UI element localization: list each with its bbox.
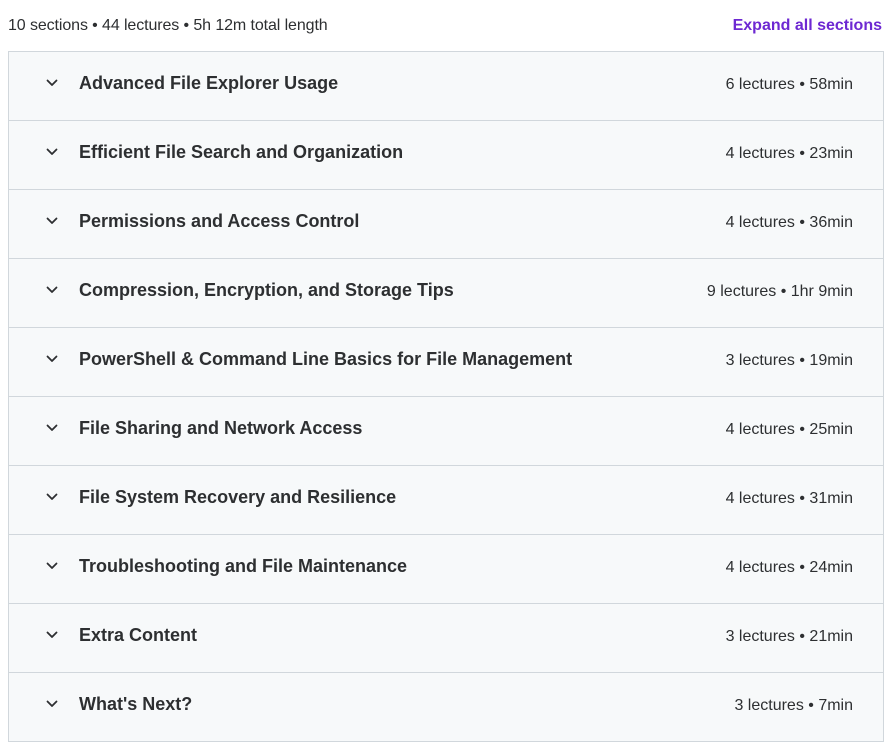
- section-title: Extra Content: [79, 625, 198, 645]
- section-title: Compression, Encryption, and Storage Tip…: [79, 280, 454, 300]
- chevron-down-icon: [45, 283, 59, 297]
- section-header[interactable]: PowerShell & Command Line Basics for Fil…: [9, 328, 883, 397]
- section-meta: 4 lectures • 31min: [725, 490, 853, 507]
- section-title: File Sharing and Network Access: [79, 418, 363, 438]
- curriculum-section-list: Advanced File Explorer Usage 6 lectures …: [8, 51, 884, 742]
- section-meta: 9 lectures • 1hr 9min: [706, 283, 853, 300]
- section-header[interactable]: Extra Content 3 lectures • 21min: [9, 604, 883, 673]
- expand-all-sections-button[interactable]: Expand all sections: [733, 17, 882, 35]
- section-header[interactable]: Compression, Encryption, and Storage Tip…: [9, 259, 883, 328]
- section-header[interactable]: Troubleshooting and File Maintenance 4 l…: [9, 535, 883, 604]
- course-content-header: 10 sections • 44 lectures • 5h 12m total…: [8, 0, 884, 52]
- chevron-down-icon: [45, 628, 59, 642]
- chevron-down-icon: [45, 145, 59, 159]
- chevron-down-icon: [45, 214, 59, 228]
- section-header[interactable]: Advanced File Explorer Usage 6 lectures …: [9, 52, 883, 121]
- chevron-down-icon: [45, 490, 59, 504]
- section-title: Advanced File Explorer Usage: [79, 73, 339, 93]
- section-meta: 4 lectures • 23min: [725, 145, 853, 162]
- section-meta: 4 lectures • 36min: [725, 214, 853, 231]
- chevron-down-icon: [45, 421, 59, 435]
- section-header[interactable]: Efficient File Search and Organization 4…: [9, 121, 883, 190]
- section-title: Efficient File Search and Organization: [79, 142, 404, 162]
- chevron-down-icon: [45, 352, 59, 366]
- chevron-down-icon: [45, 559, 59, 573]
- section-header[interactable]: Permissions and Access Control 4 lecture…: [9, 190, 883, 259]
- section-meta: 6 lectures • 58min: [725, 76, 853, 93]
- section-title: Troubleshooting and File Maintenance: [79, 556, 408, 576]
- course-summary: 10 sections • 44 lectures • 5h 12m total…: [8, 16, 328, 34]
- chevron-down-icon: [45, 697, 59, 711]
- section-title: File System Recovery and Resilience: [79, 487, 397, 507]
- section-title: What's Next?: [79, 694, 193, 714]
- chevron-down-icon: [45, 76, 59, 90]
- section-meta: 3 lectures • 21min: [725, 628, 853, 645]
- section-title: PowerShell & Command Line Basics for Fil…: [79, 349, 573, 369]
- section-title: Permissions and Access Control: [79, 211, 360, 231]
- section-meta: 4 lectures • 24min: [725, 559, 853, 576]
- section-meta: 3 lectures • 7min: [734, 697, 853, 714]
- section-header[interactable]: What's Next? 3 lectures • 7min: [9, 673, 883, 742]
- section-header[interactable]: File Sharing and Network Access 4 lectur…: [9, 397, 883, 466]
- section-header[interactable]: File System Recovery and Resilience 4 le…: [9, 466, 883, 535]
- section-meta: 4 lectures • 25min: [725, 421, 853, 438]
- section-meta: 3 lectures • 19min: [725, 352, 853, 369]
